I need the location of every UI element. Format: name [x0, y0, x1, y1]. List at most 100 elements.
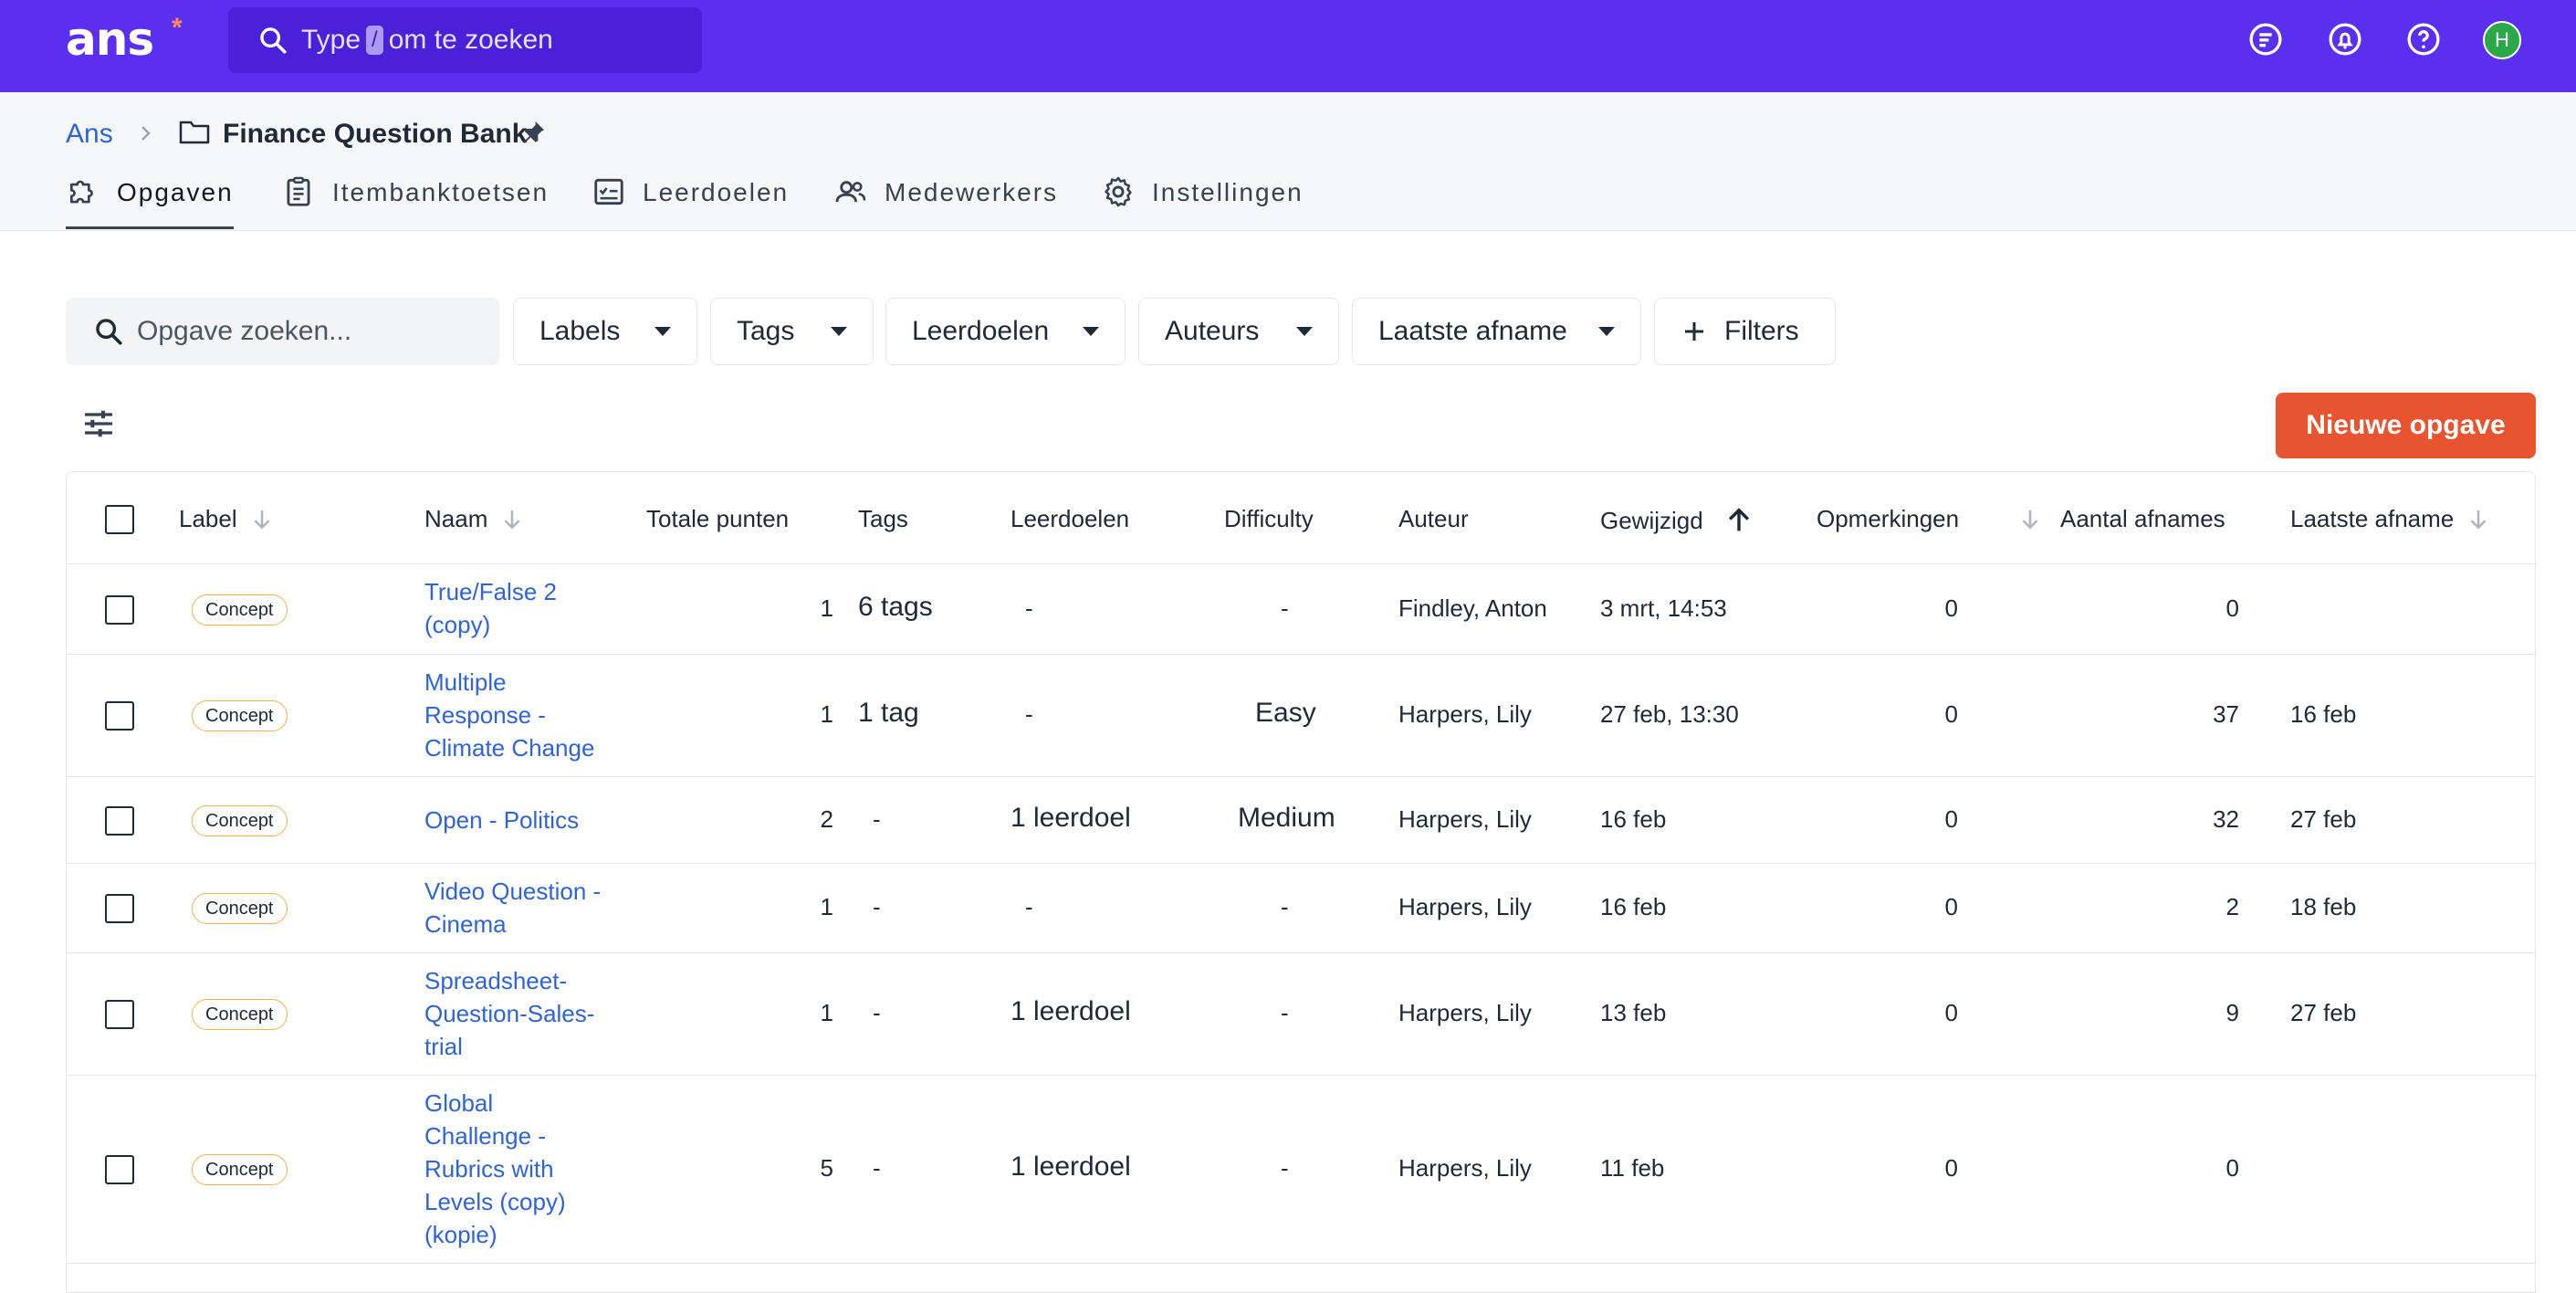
opgave-name-link[interactable]: Video Question - Cinema	[424, 875, 607, 941]
header-label[interactable]: Label	[179, 505, 276, 533]
opgave-search-input[interactable]: Opgave zoeken...	[66, 298, 499, 365]
cell-leerdoelen[interactable]: 1 leerdoel	[1011, 996, 1131, 1027]
cell-afnames: 9	[2225, 999, 2239, 1026]
caret-down-icon	[1296, 327, 1313, 336]
cell-leerdoelen[interactable]: 1 leerdoel	[1011, 1151, 1131, 1183]
cell-opmerkingen: 0	[1944, 594, 1958, 622]
cell-punten: 2	[820, 805, 833, 833]
cell-afnames: 0	[2225, 1154, 2239, 1182]
more-filters-button[interactable]: Filters	[1654, 298, 1836, 365]
table-row[interactable]: Concept Global Challenge - Rubrics with …	[67, 1075, 2535, 1263]
table-row[interactable]: Concept True/False 2 (copy) 1 6 tags - -…	[67, 563, 2535, 654]
opgave-name-link[interactable]: True/False 2 (copy)	[424, 575, 607, 641]
cell-gewijzigd: 16 feb	[1600, 805, 1667, 833]
updates-icon[interactable]	[2247, 21, 2284, 58]
checklist-icon	[594, 178, 623, 205]
laatste-afname-filter[interactable]: Laatste afname	[1352, 298, 1641, 365]
row-checkbox[interactable]	[105, 701, 134, 731]
arrow-down-icon	[504, 510, 520, 530]
tab-leerdoelen[interactable]: Leerdoelen	[592, 178, 789, 229]
header-laatste-afname[interactable]: Laatste afname	[2290, 505, 2492, 533]
cell-difficulty: -	[1281, 999, 1289, 1026]
global-search-text-post: om te zoeken	[388, 25, 553, 55]
header-difficulty[interactable]: Difficulty	[1224, 505, 1314, 533]
table-row[interactable]: Concept Multiple Response - Climate Chan…	[67, 654, 2535, 776]
labels-filter-label: Labels	[539, 316, 621, 346]
header-totale-punten[interactable]: Totale punten	[646, 505, 789, 533]
row-checkbox[interactable]	[105, 806, 134, 836]
cell-opmerkingen: 0	[1944, 1154, 1958, 1182]
opgave-name-link[interactable]: Multiple Response - Climate Change	[424, 666, 607, 764]
notifications-icon[interactable]	[2327, 21, 2363, 58]
status-badge: Concept	[192, 999, 288, 1030]
cell-leerdoelen: -	[1025, 594, 1033, 622]
opgave-name-link[interactable]: Open - Politics	[424, 804, 662, 836]
opgave-name-link[interactable]: Spreadsheet-Question-Sales-trial	[424, 964, 607, 1063]
header-naam[interactable]: Naam	[424, 505, 526, 533]
global-search[interactable]: Type / om te zoeken	[228, 7, 702, 73]
new-opgave-button[interactable]: Nieuwe opgave	[2276, 393, 2536, 458]
cell-tags[interactable]: 1 tag	[858, 698, 919, 729]
cell-opmerkingen: 0	[1944, 999, 1958, 1026]
tags-filter[interactable]: Tags	[710, 298, 874, 365]
header-laatste-afname-text: Laatste afname	[2290, 505, 2455, 532]
tab-itembanktoetsen[interactable]: Itembanktoetsen	[281, 176, 549, 229]
tab-medewerkers[interactable]: Medewerkers	[833, 178, 1058, 229]
tab-opgaven[interactable]: Opgaven	[66, 178, 234, 229]
cell-tags: -	[873, 805, 881, 833]
leerdoelen-filter-label: Leerdoelen	[912, 316, 1050, 346]
cell-difficulty: -	[1281, 594, 1289, 622]
table-row[interactable]: Concept Open - Politics 2 - 1 leerdoel M…	[67, 776, 2535, 863]
cell-gewijzigd: 13 feb	[1600, 999, 1667, 1026]
cell-punten: 1	[820, 594, 833, 622]
row-checkbox[interactable]	[105, 894, 134, 923]
search-icon	[96, 319, 122, 345]
cell-tags: -	[873, 999, 881, 1026]
select-all-checkbox[interactable]	[105, 505, 134, 534]
cell-auteur: Harpers, Lily	[1398, 805, 1532, 833]
ans-logo[interactable]: ans	[66, 13, 154, 66]
cell-leerdoelen[interactable]: 1 leerdoel	[1011, 803, 1131, 834]
header-leerdoelen[interactable]: Leerdoelen	[1011, 505, 1129, 533]
cell-difficulty: -	[1281, 893, 1289, 920]
opgave-name-link[interactable]: Global Challenge - Rubrics with Levels (…	[424, 1087, 571, 1251]
row-checkbox[interactable]	[105, 595, 134, 625]
leerdoelen-filter[interactable]: Leerdoelen	[885, 298, 1126, 365]
cell-afnames: 37	[2213, 700, 2239, 728]
table-row[interactable]: Concept Video Question - Cinema 1 - - - …	[67, 863, 2535, 952]
plus-icon	[1685, 322, 1703, 341]
clipboard-icon	[287, 176, 310, 206]
header-gewijzigd-text: Gewijzigd	[1600, 506, 1703, 534]
user-avatar[interactable]: H	[2483, 21, 2521, 59]
cell-punten: 1	[820, 999, 833, 1026]
cell-gewijzigd: 3 mrt, 14:53	[1600, 594, 1727, 622]
gear-icon	[1105, 176, 1132, 207]
header-auteur[interactable]: Auteur	[1398, 505, 1469, 533]
header-gewijzigd[interactable]: Gewijzigd	[1600, 505, 1754, 536]
cell-laatste-afname: 27 feb	[2290, 805, 2357, 833]
caret-down-icon	[1598, 327, 1615, 336]
row-checkbox[interactable]	[105, 1000, 134, 1029]
row-checkbox[interactable]	[105, 1155, 134, 1184]
arrow-down-icon	[254, 510, 270, 530]
header-aantal-afnames[interactable]: Aantal afnames	[2016, 505, 2225, 533]
status-badge: Concept	[192, 700, 288, 731]
auteurs-filter[interactable]: Auteurs	[1138, 298, 1339, 365]
cell-tags[interactable]: 6 tags	[858, 592, 933, 623]
header-tags[interactable]: Tags	[858, 505, 908, 533]
pin-icon[interactable]	[518, 118, 548, 147]
header-opmerkingen[interactable]: Opmerkingen	[1817, 505, 1959, 533]
labels-filter[interactable]: Labels	[513, 298, 697, 365]
cell-gewijzigd: 16 feb	[1600, 893, 1667, 920]
breadcrumb-root[interactable]: Ans	[66, 119, 113, 150]
cell-difficulty: -	[1281, 1154, 1289, 1182]
column-settings-icon[interactable]	[80, 405, 117, 442]
caret-down-icon	[654, 327, 671, 336]
cell-afnames: 2	[2225, 893, 2239, 920]
status-badge: Concept	[192, 893, 288, 924]
table-row[interactable]: Concept Spreadsheet-Question-Sales-trial…	[67, 952, 2535, 1075]
tab-instellingen[interactable]: Instellingen	[1101, 176, 1304, 229]
tab-instellingen-label: Instellingen	[1152, 178, 1304, 206]
help-icon[interactable]	[2405, 21, 2442, 58]
status-badge: Concept	[192, 1154, 288, 1185]
